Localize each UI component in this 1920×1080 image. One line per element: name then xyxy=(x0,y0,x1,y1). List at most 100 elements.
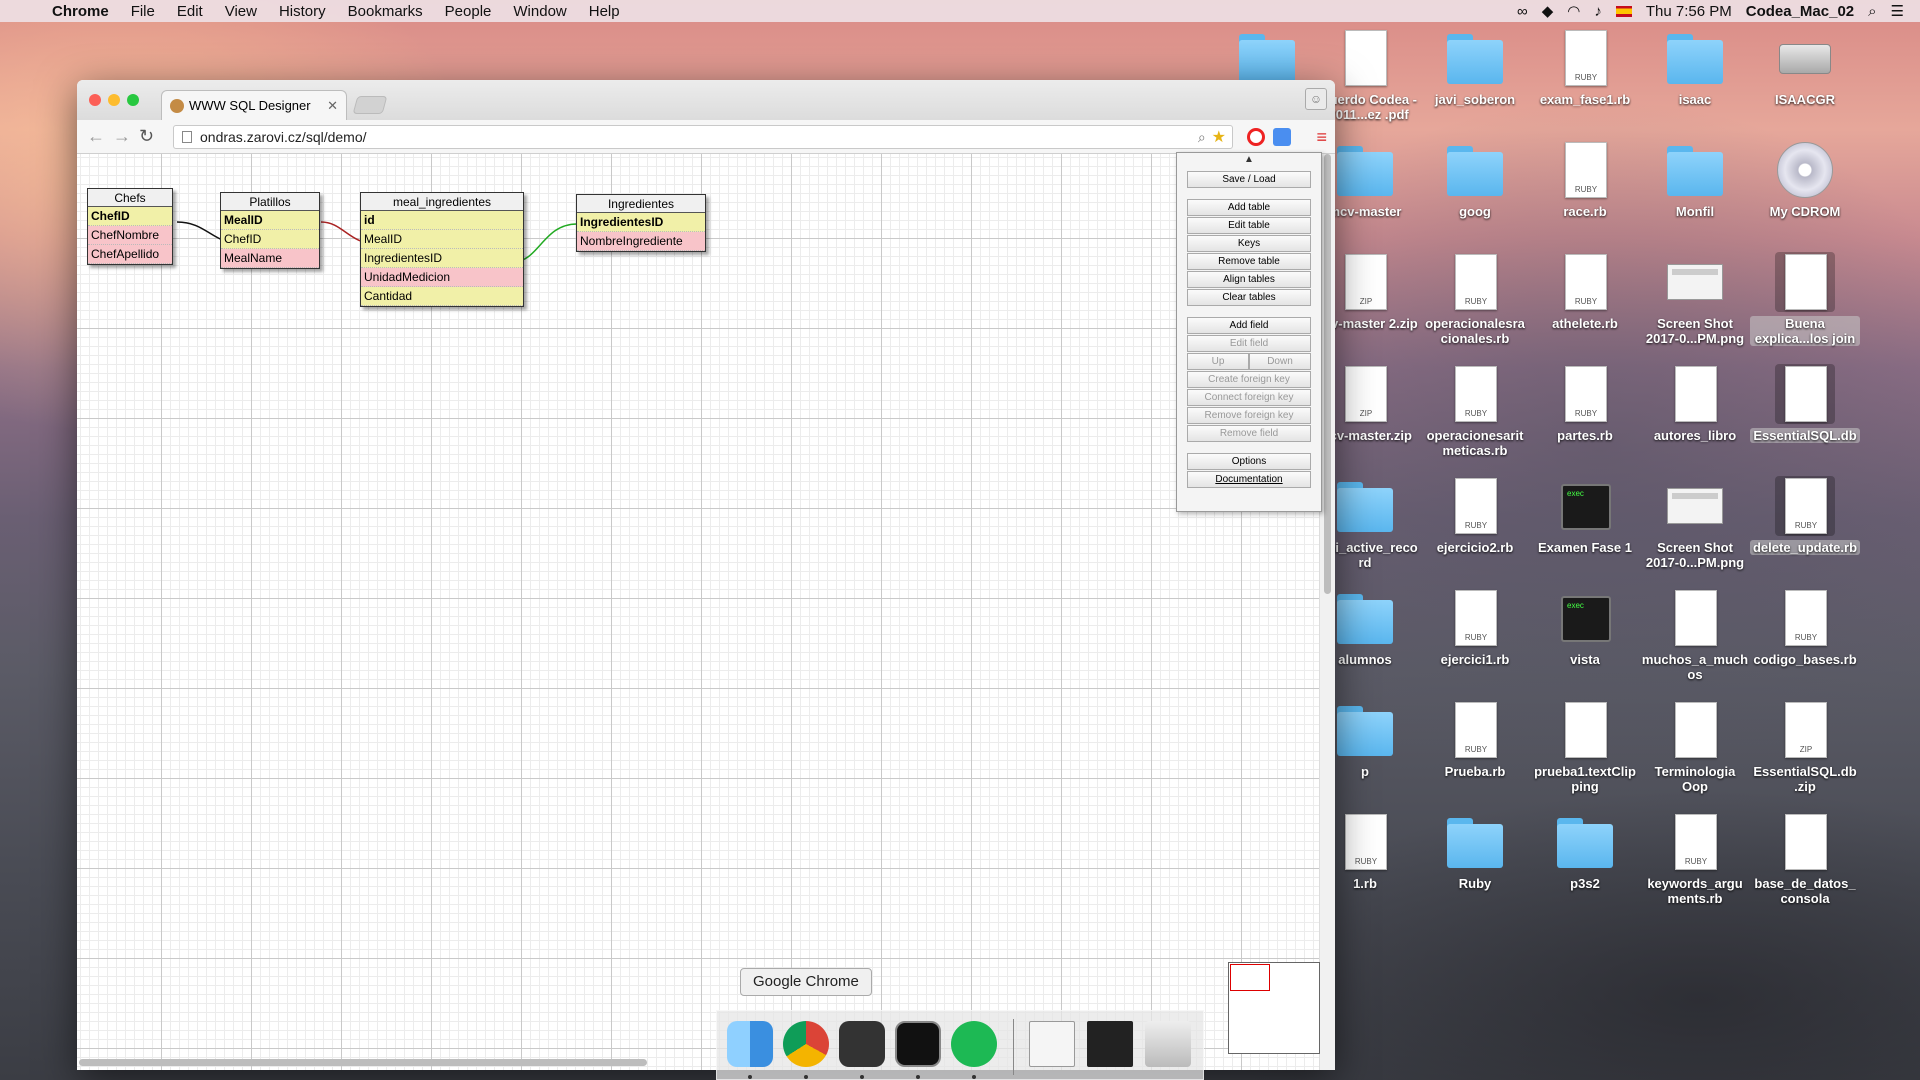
menu-bookmarks[interactable]: Bookmarks xyxy=(337,3,434,20)
desktop-item[interactable]: javi_soberon xyxy=(1420,28,1530,107)
db-table-field[interactable]: MealID xyxy=(361,230,523,249)
menu-help[interactable]: Help xyxy=(578,3,631,20)
documentation-link[interactable]: Documentation xyxy=(1187,471,1311,488)
down-button[interactable]: Down xyxy=(1249,353,1311,370)
zoom-icon[interactable]: ⌕ xyxy=(1198,129,1206,146)
save-load-button[interactable]: Save / Load xyxy=(1187,171,1311,188)
minimap[interactable] xyxy=(1228,962,1320,1054)
desktop-item[interactable]: prueba1.textClip ping xyxy=(1530,700,1640,794)
url-text[interactable]: ondras.zarovi.cz/sql/demo/ xyxy=(200,129,367,145)
desktop-item[interactable]: base_de_datos_ consola xyxy=(1750,812,1860,906)
designer-canvas[interactable]: Chefs ChefID ChefNombre ChefApellido Platill… xyxy=(77,154,1319,1070)
remove-foreign-key-button[interactable]: Remove foreign key xyxy=(1187,407,1311,424)
desktop-item[interactable]: Screen Shot 2017-0...PM.png xyxy=(1640,476,1750,570)
menu-window[interactable]: Window xyxy=(502,3,577,20)
collapse-arrow-icon[interactable]: ▲ xyxy=(1177,154,1321,165)
db-table[interactable]: Ingredientes IngredientesID NombreIngredie… xyxy=(576,194,706,252)
db-table-field[interactable]: ChefNombre xyxy=(88,226,172,245)
opera-extension-icon[interactable] xyxy=(1247,128,1265,146)
desktop-item[interactable]: RUBY ejercici1.rb xyxy=(1420,588,1530,667)
db-table-title[interactable]: Ingredientes xyxy=(577,195,705,213)
clock[interactable]: Thu 7:56 PM xyxy=(1646,3,1732,20)
db-table-field[interactable]: MealName xyxy=(221,249,319,268)
reload-icon[interactable]: ↻ xyxy=(139,126,154,147)
terminal-window-icon[interactable] xyxy=(1087,1021,1133,1067)
translate-extension-icon[interactable] xyxy=(1273,128,1291,146)
desktop-item[interactable]: RUBY athelete.rb xyxy=(1530,252,1640,331)
desktop-item[interactable]: RUBY exam_fase1.rb xyxy=(1530,28,1640,107)
horizontal-scrollbar[interactable] xyxy=(79,1059,647,1066)
options-button[interactable]: Options xyxy=(1187,453,1311,470)
desktop-item[interactable]: muchos_a_much os xyxy=(1640,588,1750,682)
db-table-field[interactable]: ChefID xyxy=(88,207,172,226)
menu-history[interactable]: History xyxy=(268,3,337,20)
desktop-item[interactable]: ISAACGR xyxy=(1750,28,1860,107)
spotlight-icon[interactable]: ⌕ xyxy=(1868,3,1876,20)
db-table-field[interactable]: id xyxy=(361,211,523,230)
db-table-field[interactable]: IngredientesID xyxy=(361,249,523,268)
edit-field-button[interactable]: Edit field xyxy=(1187,335,1311,352)
zoom-window-button[interactable] xyxy=(127,94,139,106)
volume-icon[interactable]: ♪ xyxy=(1594,3,1602,20)
wifi-icon[interactable]: ◠ xyxy=(1567,2,1580,20)
desktop-item[interactable]: RUBY race.rb xyxy=(1530,140,1640,219)
desktop-item[interactable]: Ruby xyxy=(1420,812,1530,891)
desktop-item[interactable]: My CDROM xyxy=(1750,140,1860,219)
spotify-icon[interactable] xyxy=(951,1021,997,1067)
desktop-item[interactable]: Monfil xyxy=(1640,140,1750,219)
finder-icon[interactable] xyxy=(727,1021,773,1067)
up-button[interactable]: Up xyxy=(1187,353,1249,370)
desktop-item[interactable]: p3s2 xyxy=(1530,812,1640,891)
db-table-field[interactable]: IngredientesID xyxy=(577,213,705,232)
preview-window-icon[interactable] xyxy=(1029,1021,1075,1067)
db-table[interactable]: Chefs ChefID ChefNombre ChefApellido xyxy=(87,188,173,265)
desktop-item[interactable]: goog xyxy=(1420,140,1530,219)
input-source-flag-icon[interactable] xyxy=(1615,5,1632,17)
add-table-button[interactable]: Add table xyxy=(1187,199,1311,216)
menu-edit[interactable]: Edit xyxy=(166,3,214,20)
db-table[interactable]: Platillos MealID ChefID MealName xyxy=(220,192,320,269)
menu-app-name[interactable]: Chrome xyxy=(40,3,120,20)
db-table-field[interactable]: Cantidad xyxy=(361,287,523,306)
clear-tables-button[interactable]: Clear tables xyxy=(1187,289,1311,306)
bookmark-star-icon[interactable]: ★ xyxy=(1212,127,1226,147)
desktop-item[interactable]: RUBY delete_update.rb xyxy=(1750,476,1860,555)
minimize-window-button[interactable] xyxy=(108,94,120,106)
db-table-title[interactable]: meal_ingredientes xyxy=(361,193,523,211)
close-tab-icon[interactable]: ✕ xyxy=(327,98,338,114)
create-foreign-key-button[interactable]: Create foreign key xyxy=(1187,371,1311,388)
notification-center-icon[interactable]: ☰ xyxy=(1891,2,1904,20)
chrome-menu-icon[interactable]: ≡ xyxy=(1316,127,1327,148)
db-table-title[interactable]: Chefs xyxy=(88,189,172,207)
desktop-item[interactable]: exec vista xyxy=(1530,588,1640,667)
desktop-item[interactable]: autores_libro xyxy=(1640,364,1750,443)
desktop-item[interactable]: EssentialSQL.db xyxy=(1750,364,1860,443)
terminal-icon[interactable] xyxy=(895,1021,941,1067)
desktop-item[interactable]: RUBY operacionalesra cionales.rb xyxy=(1420,252,1530,346)
desktop-item[interactable]: Screen Shot 2017-0...PM.png xyxy=(1640,252,1750,346)
add-field-button[interactable]: Add field xyxy=(1187,317,1311,334)
address-bar[interactable]: ondras.zarovi.cz/sql/demo/ ⌕ ★ xyxy=(173,125,1233,149)
remove-field-button[interactable]: Remove field xyxy=(1187,425,1311,442)
desktop-item[interactable]: Terminologia Oop xyxy=(1640,700,1750,794)
back-arrow-icon[interactable]: ← xyxy=(87,126,105,147)
scroll-thumb[interactable] xyxy=(1324,154,1331,594)
db-table-title[interactable]: Platillos xyxy=(221,193,319,211)
user-name[interactable]: Codea_Mac_02 xyxy=(1746,3,1854,20)
chrome-icon[interactable] xyxy=(783,1021,829,1067)
desktop-item[interactable]: RUBY ejercicio2.rb xyxy=(1420,476,1530,555)
menu-view[interactable]: View xyxy=(214,3,268,20)
keys-button[interactable]: Keys xyxy=(1187,235,1311,252)
forward-arrow-icon[interactable]: → xyxy=(113,126,131,147)
desktop-item[interactable]: RUBY keywords_argu ments.rb xyxy=(1640,812,1750,906)
desktop-item[interactable]: isaac xyxy=(1640,28,1750,107)
desktop-item[interactable]: Buena explica...los join xyxy=(1750,252,1860,346)
tab-sql-designer[interactable]: WWW SQL Designer ✕ xyxy=(161,90,347,120)
menu-file[interactable]: File xyxy=(120,3,166,20)
align-tables-button[interactable]: Align tables xyxy=(1187,271,1311,288)
desktop-item[interactable]: RUBY Prueba.rb xyxy=(1420,700,1530,779)
notification-icon[interactable]: ◆ xyxy=(1542,2,1554,20)
connect-foreign-key-button[interactable]: Connect foreign key xyxy=(1187,389,1311,406)
remove-table-button[interactable]: Remove table xyxy=(1187,253,1311,270)
db-table-field[interactable]: UnidadMedicion xyxy=(361,268,523,287)
